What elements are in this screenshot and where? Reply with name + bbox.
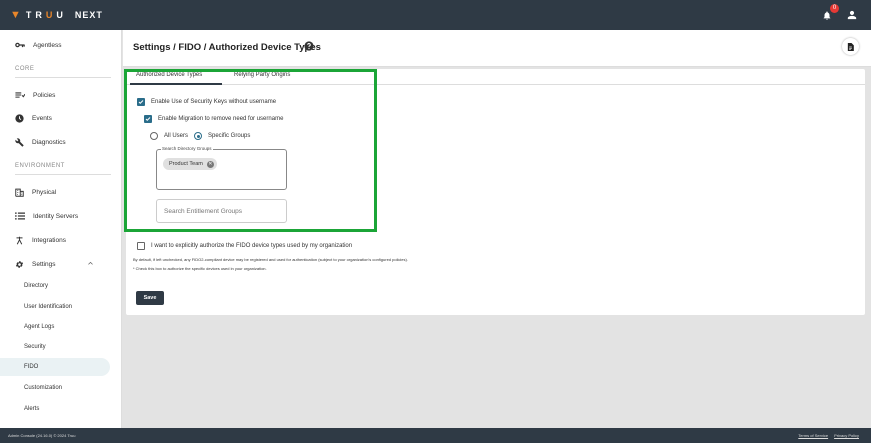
user-menu-button[interactable] [845, 8, 859, 22]
server-list-icon [15, 212, 25, 220]
notification-badge: 0 [830, 4, 839, 13]
enable-migration-checkbox[interactable] [144, 115, 152, 123]
policies-icon [15, 92, 25, 98]
documentation-button[interactable] [842, 38, 859, 55]
explicit-authorize-checkbox[interactable] [137, 242, 145, 250]
sidebar-item-label: Integrations [32, 236, 66, 244]
sidebar-item-identity-servers[interactable]: Identity Servers [0, 207, 122, 225]
remove-chip-icon[interactable]: ✕ [206, 160, 214, 168]
sidebar: Agentless CORE Policies Events Diagnosti… [0, 30, 122, 428]
sidebar-item-integrations[interactable]: Integrations [0, 231, 122, 249]
tab-relying-party-origins[interactable]: Relying Party Origins [234, 72, 290, 78]
checkmark-icon [138, 100, 144, 104]
specific-groups-radio[interactable] [194, 132, 202, 140]
enable-security-keys-label: Enable Use of Security Keys without user… [151, 99, 277, 105]
logo-letter-3: U [45, 10, 57, 20]
tab-authorized-device-types[interactable]: Authorized Device Types [136, 72, 202, 78]
sidebar-divider [15, 174, 111, 175]
top-bar: ▼ T R U U NEXT 0 [0, 0, 871, 30]
user-icon [847, 10, 857, 20]
search-entitlement-groups-field[interactable] [156, 199, 287, 223]
sidebar-item-user-identification[interactable]: User Identification [0, 298, 110, 316]
section-label-core: CORE [15, 66, 35, 72]
authorize-hint: * Check this box to authorize the specif… [133, 266, 267, 271]
all-users-radio[interactable] [150, 132, 158, 140]
logo-letter-2: R [35, 10, 46, 20]
footer: Admin Console (24.16.0) © 2024 Truu Term… [0, 428, 871, 443]
help-icon[interactable] [304, 41, 314, 51]
save-button[interactable]: Save [136, 291, 164, 305]
section-label-environment: ENVIRONMENT [15, 163, 65, 169]
sidebar-item-events[interactable]: Events [0, 109, 122, 127]
sidebar-item-agent-logs[interactable]: Agent Logs [0, 318, 110, 336]
truu-logo-icon: ▼ [10, 9, 21, 21]
logo-letter-4: U [56, 10, 67, 20]
brand-logo[interactable]: ▼ T R U U NEXT [10, 9, 103, 21]
search-directory-groups-field[interactable]: Search Directory Groups Product Team ✕ [156, 146, 287, 190]
group-chip: Product Team ✕ [163, 158, 217, 170]
page-title: Settings / FIDO / Authorized Device Type… [133, 42, 321, 53]
sidebar-item-diagnostics[interactable]: Diagnostics [0, 133, 122, 151]
key-icon [15, 42, 25, 48]
gear-icon [15, 260, 24, 268]
enable-migration-label: Enable Migration to remove need for user… [158, 116, 284, 122]
group-chip-label: Product Team [169, 161, 203, 167]
sidebar-item-directory[interactable]: Directory [0, 277, 110, 295]
sidebar-item-label: Settings [32, 260, 56, 268]
sidebar-divider [15, 77, 111, 78]
explicit-authorize-label: I want to explicitly authorize the FIDO … [151, 243, 353, 249]
enable-security-keys-checkbox[interactable] [137, 98, 145, 106]
settings-card: Authorized Device Types Relying Party Or… [126, 69, 865, 315]
sidebar-item-security[interactable]: Security [0, 338, 110, 356]
chevron-up-icon[interactable] [87, 260, 94, 267]
sidebar-item-label: Physical [32, 188, 57, 196]
footer-version: Admin Console (24.16.0) © 2024 Truu [8, 433, 76, 438]
all-users-label: All Users [164, 133, 189, 139]
sidebar-item-label: Identity Servers [33, 212, 79, 220]
notifications-button[interactable]: 0 [819, 4, 839, 23]
sidebar-item-settings[interactable]: Settings [0, 255, 122, 273]
sidebar-item-policies[interactable]: Policies [0, 86, 122, 104]
default-behavior-hint: By default, if left unchecked, any FIDO2… [133, 257, 408, 262]
sidebar-item-label: Diagnostics [32, 138, 66, 146]
page-header: Settings / FIDO / Authorized Device Type… [123, 30, 871, 67]
document-icon [847, 42, 854, 51]
sidebar-item-agentless[interactable]: Agentless [0, 36, 122, 54]
terms-of-service-link[interactable]: Terms of Service [798, 433, 828, 438]
integrations-icon [16, 236, 23, 244]
sidebar-item-customization[interactable]: Customization [0, 379, 110, 397]
privacy-policy-link[interactable]: Privacy Policy [834, 433, 859, 438]
sidebar-item-label: Agentless [33, 41, 62, 49]
sidebar-item-label: Events [32, 114, 52, 122]
tab-bar: Authorized Device Types Relying Party Or… [126, 69, 865, 85]
sidebar-item-label: Policies [33, 91, 56, 99]
sidebar-item-physical[interactable]: Physical [0, 183, 122, 201]
search-entitlement-groups-input[interactable] [157, 200, 286, 223]
sidebar-item-fido[interactable]: FIDO [0, 358, 110, 376]
clock-icon [15, 113, 24, 123]
sidebar-item-alerts[interactable]: Alerts [0, 400, 110, 418]
specific-groups-label: Specific Groups [208, 133, 251, 139]
checkmark-icon [145, 117, 151, 121]
product-name: NEXT [74, 10, 103, 20]
active-tab-indicator [130, 83, 222, 85]
search-directory-groups-legend: Search Directory Groups [161, 146, 213, 151]
wrench-icon [15, 137, 24, 147]
logo-letter-1: T [25, 10, 36, 20]
building-icon [15, 188, 24, 197]
